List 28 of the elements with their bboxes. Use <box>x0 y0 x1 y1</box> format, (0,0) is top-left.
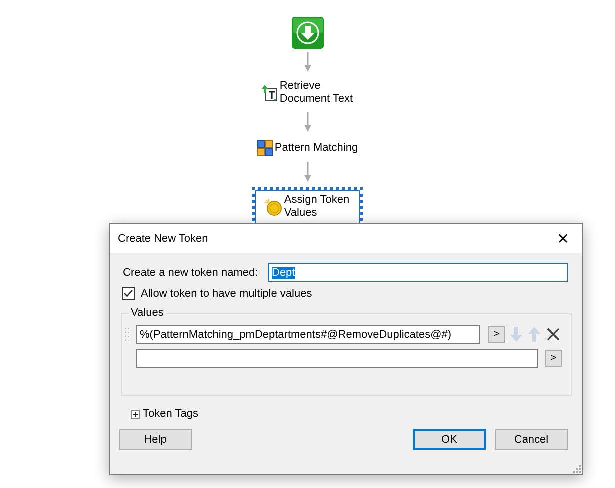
coin-icon <box>265 198 282 216</box>
text-document-icon <box>262 84 278 102</box>
connector-arrow <box>304 162 312 182</box>
expand-icon[interactable] <box>131 410 140 418</box>
group-title: Values <box>130 307 165 319</box>
insert-button[interactable]: > <box>545 350 562 367</box>
node-label: Retrieve Document Text <box>280 80 354 106</box>
dialog-button[interactable]: OK <box>413 429 486 450</box>
delete-icon[interactable] <box>547 328 560 341</box>
node-label: Pattern Matching <box>274 142 358 154</box>
dialog-button[interactable]: Cancel <box>495 429 568 450</box>
dialog-title: Create New Token <box>118 232 208 244</box>
token-name-field[interactable]: Dept <box>268 263 568 282</box>
download-icon[interactable] <box>292 17 324 49</box>
resize-grip-icon[interactable] <box>571 463 581 473</box>
field-label: Create a new token named: <box>123 266 258 278</box>
close-button[interactable]: ✕ <box>553 230 574 248</box>
value-field[interactable] <box>136 349 538 368</box>
section-label: Token Tags <box>143 408 198 420</box>
node-label: Assign Token Values <box>284 194 350 220</box>
insert-button[interactable]: > <box>488 326 505 343</box>
dialog-button[interactable]: Help <box>119 429 192 450</box>
checkbox[interactable] <box>122 287 135 300</box>
value-field[interactable]: %(PatternMatching_pmDeptartments#@RemoveDuplicates@#) <box>136 325 480 344</box>
connector-arrow <box>304 112 312 132</box>
grid-icon <box>256 140 273 156</box>
connector-arrow <box>304 52 312 72</box>
checkbox-label: Allow token to have multiple values <box>141 288 312 300</box>
